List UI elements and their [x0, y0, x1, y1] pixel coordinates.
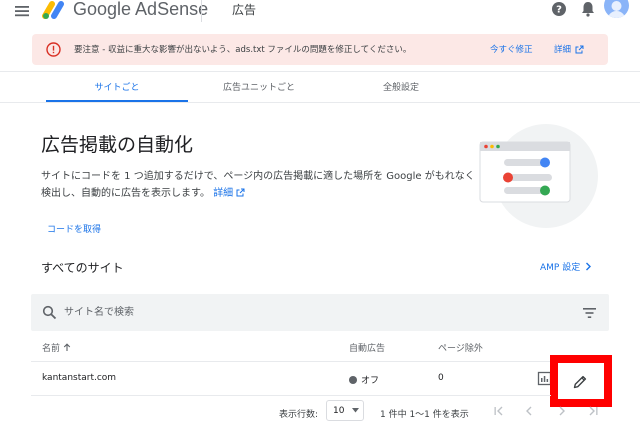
- brand-name: Google AdSense: [73, 0, 209, 19]
- rows-per-page-select[interactable]: 10: [326, 400, 364, 421]
- first-page-icon[interactable]: [492, 404, 506, 418]
- tab-by-ad-unit[interactable]: 広告ユニットごと: [188, 80, 330, 93]
- account-avatar[interactable]: [604, 0, 629, 18]
- rows-per-page-value: 10: [333, 405, 345, 416]
- svg-text:?: ?: [556, 5, 562, 16]
- tab-by-site[interactable]: サイトごと: [46, 80, 188, 93]
- pagination-range: 1 件中 1〜1 件を表示: [380, 410, 469, 420]
- column-header-auto-ads[interactable]: 自動広告: [349, 341, 385, 354]
- fix-now-button[interactable]: 今すぐ修正: [490, 43, 533, 55]
- edit-pencil-icon[interactable]: [572, 374, 588, 390]
- alert-details-link[interactable]: 詳細: [554, 43, 584, 55]
- open-in-new-icon: [236, 188, 245, 197]
- header-row-divider: [31, 361, 609, 362]
- page-exclusions-cell: 0: [438, 373, 444, 383]
- tabs-bottom-divider: [0, 102, 640, 103]
- alert-message: 要注意 - 収益に重大な影響が出ないよう、ads.txt ファイルの問題を修正し…: [74, 45, 412, 55]
- amp-settings-link[interactable]: AMP 設定: [540, 260, 592, 273]
- amp-settings-label: AMP 設定: [540, 263, 581, 273]
- status-off-icon: [349, 375, 357, 384]
- help-icon[interactable]: ?: [551, 1, 567, 17]
- row-divider: [31, 395, 551, 396]
- column-header-page-exclusions[interactable]: ページ除外: [438, 341, 483, 354]
- error-icon: [46, 42, 61, 57]
- column-header-name-label: 名前: [42, 344, 61, 354]
- page-title: 広告: [232, 3, 257, 17]
- column-header-name[interactable]: 名前: [42, 341, 71, 354]
- chevron-right-icon: [586, 262, 592, 271]
- site-search-bar: [31, 294, 609, 331]
- adsense-logo-icon[interactable]: [42, 0, 66, 20]
- last-page-icon[interactable]: [586, 404, 600, 418]
- auto-ads-illustration: [474, 124, 600, 228]
- tabs-top-divider: [0, 71, 640, 72]
- previous-page-icon[interactable]: [522, 404, 536, 418]
- learn-more-link[interactable]: 詳細: [213, 188, 245, 199]
- site-search-input[interactable]: [64, 304, 484, 320]
- rows-per-page-label: 表示行数:: [279, 410, 319, 420]
- next-page-icon[interactable]: [555, 404, 569, 418]
- filter-icon[interactable]: [582, 306, 597, 320]
- auto-ads-status-cell: オフ: [349, 373, 379, 386]
- auto-ads-status-label: オフ: [361, 376, 380, 386]
- top-app-bar: Google AdSense 広告 ?: [0, 0, 640, 26]
- alert-details-label: 詳細: [554, 45, 572, 55]
- learn-more-label: 詳細: [213, 188, 234, 199]
- auto-ads-description-text: サイトにコードを 1 つ追加するだけで、ページ内の広告掲載に適した場所を Goo…: [41, 171, 475, 199]
- site-name-cell: kantanstart.com: [42, 373, 117, 383]
- menu-icon[interactable]: [13, 2, 31, 20]
- get-code-button[interactable]: コードを取得: [47, 222, 101, 235]
- ads-txt-alert: 要注意 - 収益に重大な影響が出ないよう、ads.txt ファイルの問題を修正し…: [32, 34, 608, 65]
- all-sites-heading: すべてのサイト: [41, 261, 124, 275]
- notifications-icon[interactable]: [579, 0, 597, 18]
- sites-table: 名前 自動広告 ページ除外 kantanstart.com オフ 0 表示行数:…: [31, 294, 612, 430]
- auto-ads-heading: 広告掲載の自動化: [41, 134, 194, 156]
- tab-global-settings[interactable]: 全般設定: [330, 80, 472, 93]
- auto-ads-description: サイトにコードを 1 つ追加するだけで、ページ内の広告掲載に適した場所を Goo…: [41, 168, 481, 202]
- edit-site-highlight[interactable]: [550, 355, 612, 407]
- header-divider: [201, 0, 202, 22]
- dropdown-arrow-icon: [352, 408, 359, 413]
- open-in-new-icon: [575, 45, 584, 53]
- arrow-up-icon: [63, 343, 71, 351]
- search-icon: [42, 305, 57, 320]
